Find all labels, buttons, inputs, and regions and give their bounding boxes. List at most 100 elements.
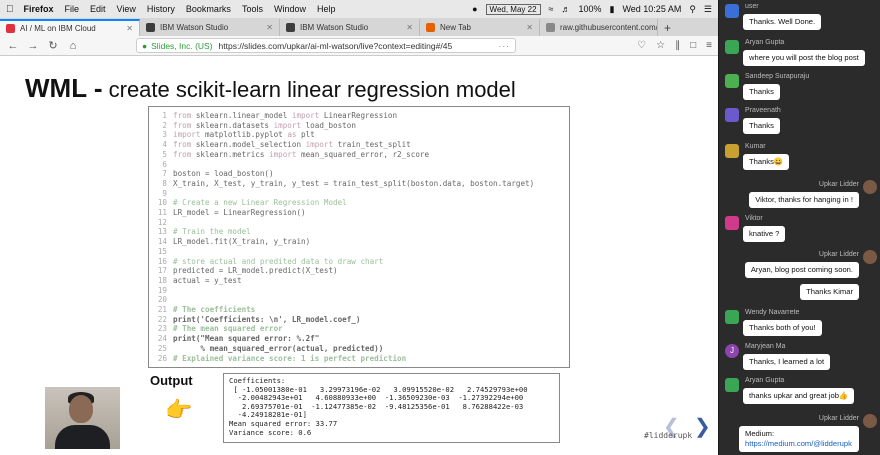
line-number: 7 (162, 169, 167, 179)
menu-window[interactable]: Window (274, 4, 306, 14)
user-avatar-icon[interactable] (863, 250, 877, 264)
close-icon[interactable]: ✕ (406, 23, 413, 32)
user-avatar-icon[interactable] (863, 180, 877, 194)
clock[interactable]: Wed 10:25 AM (622, 4, 681, 14)
slide-title: WML - create scikit-learn linear regress… (25, 73, 516, 104)
menu-help[interactable]: Help (317, 4, 336, 14)
list-icon[interactable]: ☰ (704, 4, 712, 15)
user-avatar-icon[interactable] (725, 4, 739, 18)
code-token: # Train the model (173, 227, 251, 237)
code-text: # The coefficients (173, 305, 255, 315)
camera-icon[interactable]: ● (472, 4, 477, 14)
code-token: # The mean squared error (173, 324, 283, 334)
line-number: 16 (157, 256, 167, 266)
line-number: 1 (162, 111, 167, 120)
code-line: 18 actual = y_test (153, 276, 569, 286)
page-actions-icon[interactable]: ··· (499, 41, 511, 51)
chat-panel[interactable]: user Thanks. Well Done. Aryan Gupta where y… (718, 0, 880, 455)
menu-bookmarks[interactable]: Bookmarks (186, 4, 231, 14)
chat-username: Viktor (745, 215, 763, 222)
user-avatar-icon[interactable] (725, 378, 739, 392)
chat-username: Wendy Navarrete (745, 309, 800, 316)
menu-file[interactable]: File (65, 4, 80, 14)
user-avatar-icon[interactable] (725, 74, 739, 88)
code-line: 11 LR_model = LinearRegression() (153, 208, 569, 218)
code-token: # The coefficients (173, 305, 256, 315)
url-text[interactable]: https://slides.com/upkar/ai-ml-watson/li… (219, 41, 453, 51)
tab-label: IBM Watson Studio (160, 23, 229, 32)
new-tab-button[interactable]: + (664, 19, 671, 36)
apple-icon[interactable]:  (6, 4, 14, 15)
code-line: 15 (153, 247, 569, 257)
bookmark-icon[interactable]: ☆ (656, 40, 665, 51)
reload-icon[interactable]: ↻ (46, 39, 60, 52)
site-identity[interactable]: Slides, Inc. (US) (151, 41, 212, 51)
pocket-icon[interactable]: ♡ (637, 40, 646, 51)
presenter-face (69, 395, 93, 423)
code-text: from sklearn.datasets import load_boston (173, 121, 356, 131)
battery-icon[interactable]: ▮ (610, 4, 615, 15)
forward-icon[interactable]: → (26, 40, 40, 52)
chat-username: Upkar Lidder (818, 415, 859, 422)
search-icon[interactable]: ⚲ (689, 4, 696, 15)
code-token: load_boston (305, 120, 356, 130)
home-icon[interactable]: ⌂ (66, 40, 80, 52)
library-icon[interactable]: ∥ (675, 40, 680, 51)
tab-watson-studio-1[interactable]: IBM Watson Studio ✕ (140, 19, 280, 36)
code-line: 10 # Create a new Linear Regression Model (153, 198, 569, 208)
user-avatar-icon[interactable] (725, 40, 739, 54)
user-avatar-icon[interactable] (725, 216, 739, 230)
code-line: 22 print('Coefficients: \n', LR_model.coe… (153, 315, 569, 325)
sidebar-icon[interactable]: □ (690, 40, 696, 51)
code-token: predicted = LR_model.predict(X_test) (173, 266, 338, 276)
chat-username: Kumar (745, 143, 766, 150)
code-token: from (173, 140, 196, 150)
tab-label: raw.githubusercontent.com/lidd (560, 23, 658, 32)
user-avatar-icon[interactable]: J (725, 344, 739, 358)
chat-username: Sandeep Surapuraju (745, 73, 810, 80)
user-avatar-icon[interactable] (725, 310, 739, 324)
url-bar[interactable]: ● Slides, Inc. (US) https://slides.com/u… (136, 38, 516, 53)
line-number: 23 (157, 324, 167, 334)
chat-username: Praveenath (745, 107, 781, 114)
tab-ai-ml[interactable]: AI / ML on IBM Cloud ✕ (0, 19, 140, 36)
chat-bubble: Thanks😀 (743, 154, 790, 170)
wifi-icon[interactable]: ≈ (549, 4, 554, 14)
battery-percent: 100% (578, 4, 602, 14)
back-icon[interactable]: ← (6, 40, 20, 52)
user-avatar-icon[interactable] (725, 108, 739, 122)
lock-icon[interactable]: ● (142, 41, 147, 51)
menu-app[interactable]: Firefox (24, 4, 54, 14)
code-token: from (173, 149, 196, 159)
close-icon[interactable]: ✕ (126, 24, 133, 33)
chat-bubble: Thanks (743, 84, 780, 100)
close-icon[interactable]: ✕ (266, 23, 273, 32)
menu-edit[interactable]: Edit (90, 4, 106, 14)
tab-favicon (286, 23, 295, 32)
code-line: 8 X_train, X_test, y_train, y_test = trai… (153, 179, 569, 189)
tab-favicon (146, 23, 155, 32)
close-icon[interactable]: ✕ (526, 23, 533, 32)
menu-tools[interactable]: Tools (242, 4, 263, 14)
code-line: 19 (153, 286, 569, 296)
code-token: actual = y_test (173, 275, 242, 285)
next-slide-icon[interactable]: ❯ (694, 414, 711, 439)
chat-link[interactable]: https://medium.com/@lidderupk (745, 439, 852, 448)
menu-view[interactable]: View (117, 4, 136, 14)
user-avatar-icon[interactable] (725, 144, 739, 158)
menu-icon[interactable]: ≡ (706, 40, 712, 51)
tab-watson-studio-2[interactable]: IBM Watson Studio ✕ (280, 19, 420, 36)
chat-bubble: knative ? (743, 226, 786, 242)
tab-raw-github[interactable]: raw.githubusercontent.com/lidd (540, 19, 658, 36)
code-token: import (291, 111, 324, 120)
menu-bar:  Firefox File Edit View History Bookmar… (0, 0, 718, 18)
tab-new-tab[interactable]: New Tab ✕ (420, 19, 540, 36)
code-line: 2 from sklearn.datasets import load_bosto… (153, 121, 569, 131)
code-line: 25 % mean_squared_error(actual, predicte… (153, 344, 569, 354)
pointing-hand-icon: 👉 (165, 397, 193, 422)
volume-icon[interactable]: ♬ (561, 4, 570, 14)
chat-bubble-text: Medium: (745, 429, 775, 438)
menu-history[interactable]: History (147, 4, 175, 14)
code-token: LR_model.fit(X_train, y_train) (173, 237, 311, 247)
user-avatar-icon[interactable] (863, 414, 877, 428)
